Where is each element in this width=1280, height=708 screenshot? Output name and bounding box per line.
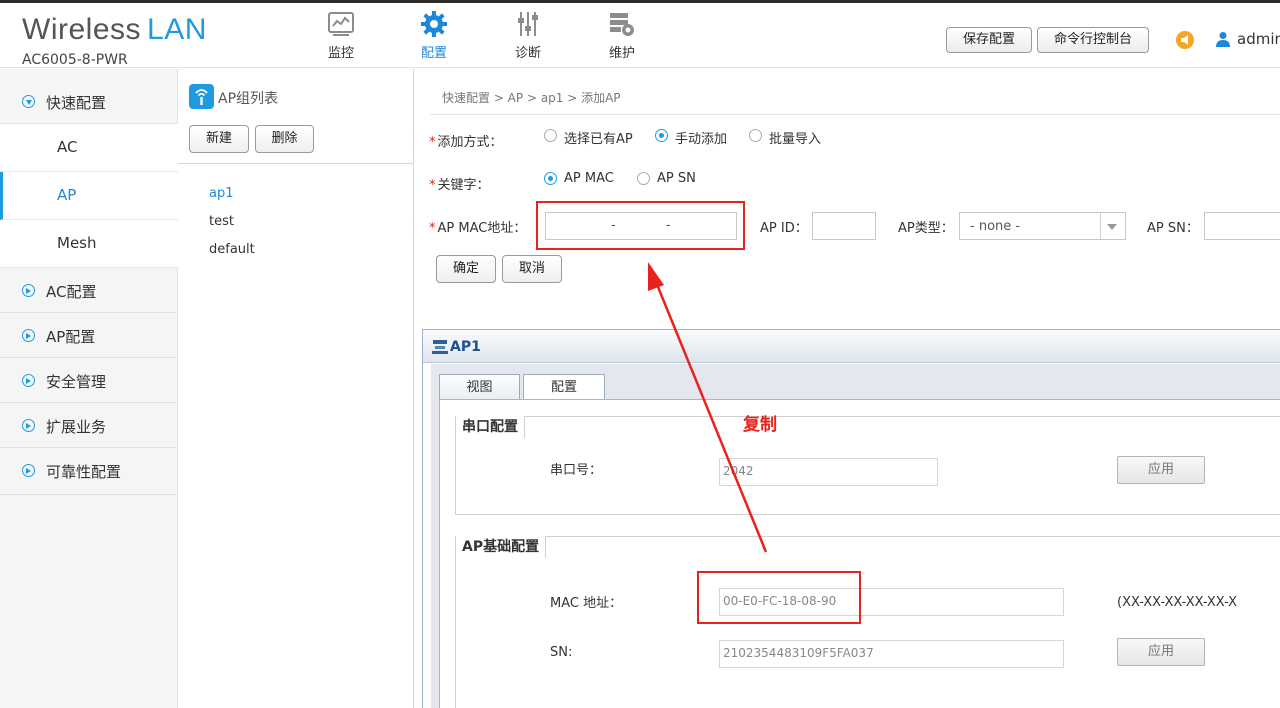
serial-port-label: 串口号：: [550, 463, 603, 478]
brand-logo: Wireless LAN: [22, 13, 207, 46]
sn-label: SN:: [550, 645, 573, 660]
keyword-label: * 关键字：: [429, 178, 490, 193]
ap-type-label: AP类型：: [898, 221, 954, 236]
sidebar-item-security[interactable]: 安全管理: [0, 358, 178, 403]
expand-icon: [22, 329, 35, 342]
radio-label-batch-import[interactable]: 批量导入: [769, 128, 821, 147]
group-list-title: AP组列表: [218, 91, 279, 107]
serial-config-section: 串口配置 串口号： 2042 应用: [455, 416, 1280, 515]
group-item-default[interactable]: default: [209, 242, 255, 257]
highlight-box-mac-value: [697, 571, 861, 624]
copy-annotation-label: 复制: [743, 415, 777, 435]
sidebar-item-quick-config[interactable]: 快速配置: [0, 79, 178, 124]
mac-format-hint: (XX-XX-XX-XX-XX-X: [1117, 595, 1238, 610]
serial-port-input[interactable]: 2042: [719, 458, 938, 486]
divider: [178, 163, 414, 164]
highlight-box-mac-input: [536, 201, 745, 250]
radio-label-ap-sn[interactable]: AP SN: [657, 171, 696, 186]
expand-icon: [22, 284, 35, 297]
ap-id-label: AP ID：: [760, 221, 808, 236]
apply-sn-button[interactable]: 应用: [1117, 638, 1205, 666]
username[interactable]: admin: [1237, 30, 1280, 48]
device-model: AC6005-8-PWR: [22, 52, 128, 68]
add-method-label: * 添加方式：: [429, 135, 503, 150]
ap-group-icon: [189, 84, 214, 109]
device-icon: [432, 340, 448, 354]
sidebar-item-ac-config[interactable]: AC配置: [0, 268, 178, 313]
gear-icon: [421, 11, 447, 37]
nav-config[interactable]: 配置: [394, 9, 474, 61]
ap1-window-title: AP1: [450, 339, 481, 355]
ap-type-select[interactable]: - none -: [959, 212, 1126, 240]
sidebar-subitem-mesh[interactable]: Mesh: [0, 220, 178, 268]
radio-batch-import[interactable]: [749, 129, 762, 142]
ap-sn-input[interactable]: [1204, 212, 1280, 240]
divider: [430, 114, 1280, 115]
save-config-button[interactable]: 保存配置: [946, 27, 1032, 53]
confirm-button[interactable]: 确定: [436, 255, 496, 283]
nav-monitor[interactable]: 监控: [301, 9, 381, 61]
radio-select-existing[interactable]: [544, 129, 557, 142]
sidebar: 快速配置 AC AP Mesh AC配置 AP配置 安全管理 扩展业务 可靠性配…: [0, 69, 178, 708]
mac-address-label: MAC 地址：: [550, 596, 623, 611]
cancel-button[interactable]: 取消: [502, 255, 562, 283]
serial-config-title: 串口配置: [456, 416, 525, 438]
top-bar: Wireless LAN AC6005-8-PWR 监控 配置 诊断 维护 保存配…: [0, 0, 1280, 68]
ap1-window-titlebar: AP1: [423, 330, 1280, 363]
sn-input[interactable]: 2102354483109F5FA037: [719, 640, 1064, 668]
ap1-window: AP1 视图 配置 串口配置 串口号： 2042 应用 AP基础配置 MAC 地…: [422, 329, 1280, 708]
nav-diagnose[interactable]: 诊断: [488, 9, 568, 61]
user-icon[interactable]: [1216, 31, 1230, 47]
expand-icon: [22, 419, 35, 432]
tab-config[interactable]: 配置: [523, 374, 605, 400]
group-item-ap1[interactable]: ap1: [209, 186, 234, 201]
tab-content-config: 串口配置 串口号： 2042 应用 AP基础配置 MAC 地址： 00-E0-F…: [439, 399, 1280, 708]
new-group-button[interactable]: 新建: [189, 125, 249, 153]
sliders-icon: [518, 12, 538, 36]
sidebar-subitem-ap[interactable]: AP: [0, 172, 178, 220]
sidebar-item-ap-config[interactable]: AP配置: [0, 313, 178, 358]
ap-basic-config-title: AP基础配置: [456, 536, 547, 558]
maintenance-icon: [610, 13, 634, 36]
nav-maintenance[interactable]: 维护: [582, 9, 662, 61]
group-item-test[interactable]: test: [209, 214, 234, 229]
expand-icon: [22, 374, 35, 387]
radio-label-manual-add[interactable]: 手动添加: [675, 128, 727, 147]
radio-ap-mac[interactable]: [544, 172, 557, 185]
ap-mac-label: * AP MAC地址：: [429, 221, 527, 236]
delete-group-button[interactable]: 删除: [255, 125, 314, 153]
ap-group-panel: AP组列表 新建 删除 ap1 test default: [178, 69, 414, 708]
monitor-icon: [328, 12, 354, 36]
radio-ap-sn[interactable]: [637, 172, 650, 185]
apply-serial-button[interactable]: 应用: [1117, 456, 1205, 484]
radio-label-ap-mac[interactable]: AP MAC: [564, 171, 614, 186]
sidebar-item-extended[interactable]: 扩展业务: [0, 403, 178, 448]
alarm-icon[interactable]: [1176, 31, 1194, 49]
breadcrumb: 快速配置 > AP > ap1 > 添加AP: [442, 91, 621, 105]
chevron-down-icon: [1107, 224, 1117, 230]
ap-id-input[interactable]: [812, 212, 876, 240]
ap-basic-config-section: AP基础配置 MAC 地址： 00-E0-FC-18-08-90 (XX-XX-…: [455, 536, 1280, 708]
sidebar-item-reliability[interactable]: 可靠性配置: [0, 448, 178, 495]
tab-view[interactable]: 视图: [439, 374, 520, 400]
expand-icon: [22, 464, 35, 477]
radio-manual-add[interactable]: [655, 129, 668, 142]
sidebar-subitem-ac[interactable]: AC: [0, 124, 178, 172]
cli-console-button[interactable]: 命令行控制台: [1037, 27, 1149, 53]
radio-label-select-existing[interactable]: 选择已有AP: [564, 128, 633, 147]
collapse-icon: [22, 95, 35, 108]
ap-sn-label: AP SN：: [1147, 221, 1199, 236]
